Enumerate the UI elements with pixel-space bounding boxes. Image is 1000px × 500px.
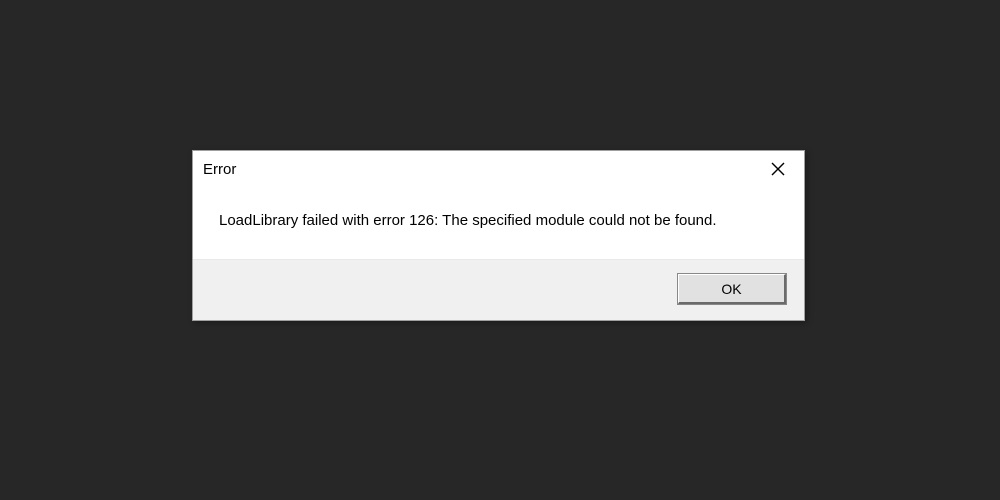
dialog-title: Error bbox=[203, 161, 236, 178]
dialog-content: LoadLibrary failed with error 126: The s… bbox=[193, 187, 804, 259]
error-dialog: Error LoadLibrary failed with error 126:… bbox=[192, 150, 805, 321]
close-icon bbox=[771, 162, 785, 176]
error-message: LoadLibrary failed with error 126: The s… bbox=[219, 211, 778, 231]
ok-button[interactable]: OK bbox=[678, 274, 786, 304]
dialog-button-area: OK bbox=[193, 259, 804, 320]
dialog-titlebar: Error bbox=[193, 151, 804, 187]
close-button[interactable] bbox=[760, 154, 796, 184]
